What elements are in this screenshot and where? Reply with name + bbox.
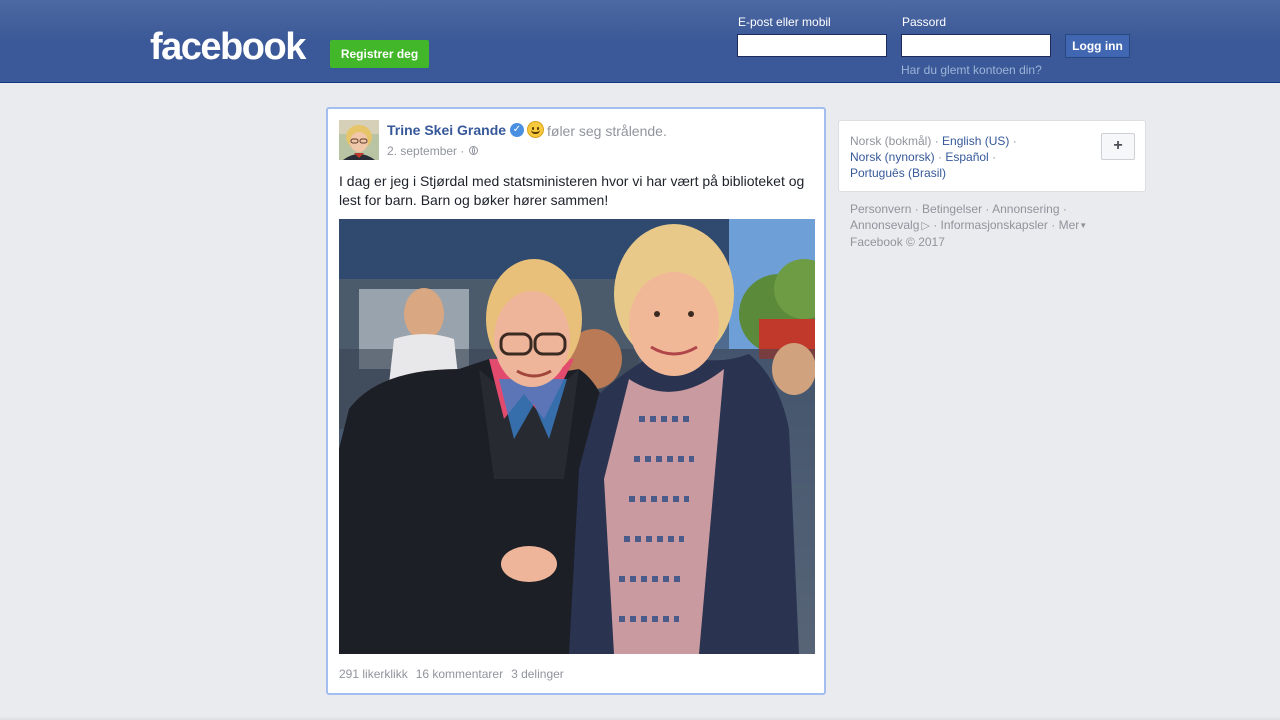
footer-adchoices[interactable]: Annonsevalg — [850, 218, 919, 232]
signup-button[interactable]: Registrer deg — [330, 40, 429, 68]
comments-count[interactable]: 16 kommentarer — [416, 667, 503, 681]
language-nynorsk[interactable]: Norsk (nynorsk) — [850, 150, 935, 164]
email-field[interactable] — [737, 34, 887, 57]
language-list: Norsk (bokmål) · English (US) · Norsk (n… — [850, 134, 1017, 180]
avatar-image — [339, 120, 379, 160]
footer-cookies[interactable]: Informasjonskapsler — [941, 218, 1048, 232]
adchoices-icon[interactable]: ▷ — [921, 218, 929, 234]
post-timestamp[interactable]: 2. september · — [387, 144, 464, 158]
footer-links: Personvern · Betingelser · Annonsering ·… — [850, 202, 1088, 249]
login-button[interactable]: Logg inn — [1065, 34, 1130, 58]
feeling-text: føler seg strålende. — [547, 123, 667, 139]
shares-count[interactable]: 3 delinger — [511, 667, 564, 681]
facebook-logo[interactable]: facebook — [150, 25, 306, 69]
language-portugues-brasil[interactable]: Português (Brasil) — [850, 166, 946, 180]
top-bar: facebook Registrer deg E-post eller mobi… — [0, 0, 1280, 83]
author-avatar[interactable] — [339, 120, 379, 160]
footer-privacy[interactable]: Personvern — [850, 202, 911, 216]
footer-copyright: Facebook © 2017 — [850, 235, 945, 249]
post-card: Trine Skei Grande ✓ føler seg strålende.… — [326, 107, 826, 695]
photo-image — [339, 219, 815, 654]
likes-count[interactable]: 291 likerklikk — [339, 667, 408, 681]
footer-terms[interactable]: Betingelser — [922, 202, 982, 216]
password-field[interactable] — [901, 34, 1051, 57]
language-espanol[interactable]: Español — [945, 150, 988, 164]
current-language: Norsk (bokmål) — [850, 134, 932, 148]
password-label: Passord — [902, 15, 947, 29]
page-bottom-edge — [0, 716, 1280, 720]
smiley-icon — [527, 121, 544, 138]
author-name[interactable]: Trine Skei Grande — [387, 122, 506, 138]
forgot-account-link[interactable]: Har du glemt kontoen din? — [901, 63, 1042, 77]
verified-badge-icon: ✓ — [510, 123, 524, 137]
footer-more[interactable]: Mer — [1059, 218, 1080, 232]
globe-icon[interactable] — [469, 146, 478, 155]
language-english-us[interactable]: English (US) — [942, 134, 1009, 148]
more-languages-button[interactable]: + — [1101, 133, 1135, 160]
post-stats: 291 likerklikk 16 kommentarer 3 delinger — [339, 667, 572, 681]
language-selector-box: Norsk (bokmål) · English (US) · Norsk (n… — [838, 120, 1146, 192]
caret-down-icon[interactable]: ▼ — [1079, 221, 1087, 230]
footer-advertising[interactable]: Annonsering — [992, 202, 1059, 216]
post-text: I dag er jeg i Stjørdal med statsministe… — [339, 173, 805, 208]
email-label: E-post eller mobil — [738, 15, 831, 29]
post-photo[interactable] — [339, 219, 815, 654]
